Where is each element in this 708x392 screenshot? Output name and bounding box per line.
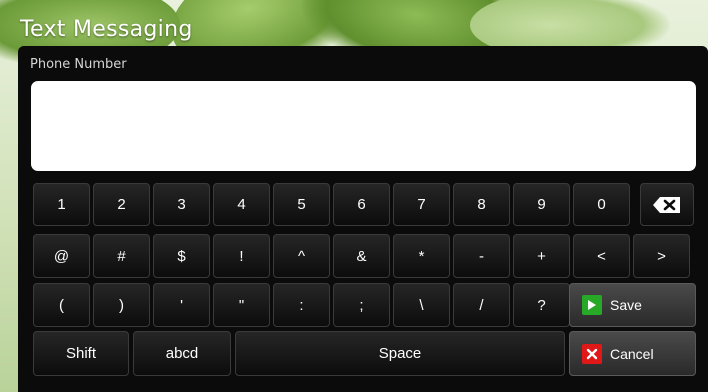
- key-3[interactable]: 3: [153, 183, 210, 226]
- key-ampersand-label: &: [356, 247, 367, 265]
- key-semicolon[interactable]: ;: [333, 283, 390, 327]
- backspace-icon: [653, 196, 680, 213]
- key-7[interactable]: 7: [393, 183, 450, 226]
- key-open-paren-label: (: [59, 296, 64, 314]
- key-dollar[interactable]: $: [153, 234, 210, 278]
- key-at[interactable]: @: [33, 234, 90, 278]
- key-5[interactable]: 5: [273, 183, 330, 226]
- key-quote[interactable]: ": [213, 283, 270, 327]
- key-8-label: 8: [477, 196, 486, 213]
- key-apostrophe-label: ': [180, 296, 183, 314]
- key-at-label: @: [53, 247, 70, 265]
- save-button[interactable]: Save: [569, 283, 696, 327]
- key-1-label: 1: [57, 196, 66, 213]
- key-4[interactable]: 4: [213, 183, 270, 226]
- phone-number-input[interactable]: [31, 81, 696, 171]
- key-colon[interactable]: :: [273, 283, 330, 327]
- key-3-label: 3: [177, 196, 186, 213]
- key-question[interactable]: ?: [513, 283, 570, 327]
- cancel-button-label: Cancel: [610, 345, 654, 362]
- space-key-label: Space: [378, 345, 422, 362]
- key-6-label: 6: [357, 196, 366, 213]
- key-exclamation-label: !: [239, 247, 244, 265]
- space-key[interactable]: Space: [235, 331, 565, 376]
- key-minus[interactable]: -: [453, 234, 510, 278]
- key-colon-label: :: [299, 296, 304, 314]
- key-0-label: 0: [597, 196, 606, 213]
- key-7-label: 7: [417, 196, 426, 213]
- key-plus-label: +: [537, 247, 546, 265]
- play-icon: [582, 295, 602, 315]
- key-close-paren[interactable]: ): [93, 283, 150, 327]
- key-hash-label: #: [117, 247, 126, 265]
- key-plus[interactable]: +: [513, 234, 570, 278]
- key-quote-label: ": [238, 296, 245, 314]
- key-dollar-label: $: [177, 247, 186, 265]
- key-1[interactable]: 1: [33, 183, 90, 226]
- key-asterisk[interactable]: *: [393, 234, 450, 278]
- key-caret[interactable]: ^: [273, 234, 330, 278]
- abcd-key[interactable]: abcd: [133, 331, 231, 376]
- key-asterisk-label: *: [418, 247, 425, 265]
- key-slash-label: /: [479, 296, 484, 314]
- abcd-key-label: abcd: [165, 345, 199, 362]
- key-9[interactable]: 9: [513, 183, 570, 226]
- save-button-label: Save: [610, 297, 642, 313]
- key-2-label: 2: [117, 196, 126, 213]
- key-ampersand[interactable]: &: [333, 234, 390, 278]
- key-apostrophe[interactable]: ': [153, 283, 210, 327]
- key-backslash-label: \: [419, 296, 424, 314]
- key-8[interactable]: 8: [453, 183, 510, 226]
- key-hash[interactable]: #: [93, 234, 150, 278]
- key-0[interactable]: 0: [573, 183, 630, 226]
- phone-number-label: Phone Number: [30, 57, 127, 72]
- key-minus-label: -: [479, 247, 484, 265]
- key-caret-label: ^: [297, 247, 306, 265]
- key-9-label: 9: [537, 196, 546, 213]
- key-6[interactable]: 6: [333, 183, 390, 226]
- key-semicolon-label: ;: [359, 296, 364, 314]
- key-less-than[interactable]: <: [573, 234, 630, 278]
- key-open-paren[interactable]: (: [33, 283, 90, 327]
- cancel-button[interactable]: Cancel: [569, 331, 696, 376]
- backspace-key[interactable]: [640, 183, 694, 226]
- shift-key-label: Shift: [65, 345, 96, 362]
- key-question-label: ?: [537, 296, 546, 314]
- key-2[interactable]: 2: [93, 183, 150, 226]
- key-greater-than[interactable]: >: [633, 234, 690, 278]
- close-icon: [582, 343, 602, 364]
- key-5-label: 5: [297, 196, 306, 213]
- window-title: Text Messaging: [20, 17, 193, 42]
- key-4-label: 4: [237, 196, 246, 213]
- key-slash[interactable]: /: [453, 283, 510, 327]
- key-close-paren-label: ): [119, 296, 124, 314]
- key-greater-than-label: >: [657, 247, 666, 265]
- key-backslash[interactable]: \: [393, 283, 450, 327]
- shift-key[interactable]: Shift: [33, 331, 129, 376]
- key-exclamation[interactable]: !: [213, 234, 270, 278]
- key-less-than-label: <: [597, 247, 606, 265]
